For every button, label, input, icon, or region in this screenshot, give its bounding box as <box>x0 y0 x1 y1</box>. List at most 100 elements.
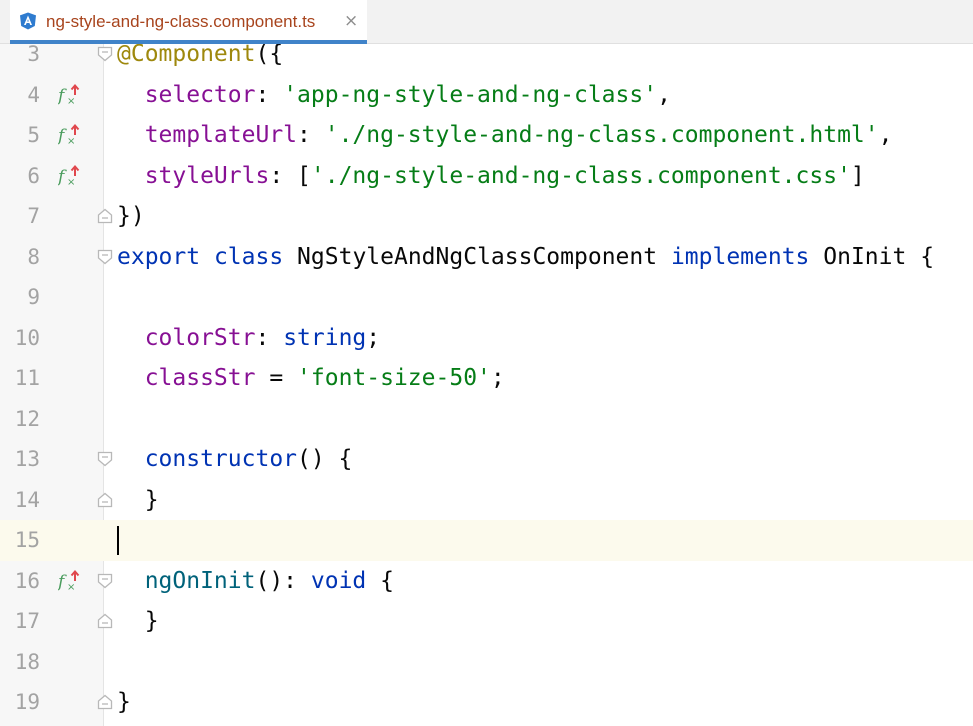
code-token: string <box>283 324 367 351</box>
code-token: : <box>255 81 284 108</box>
code-token: templateUrl <box>117 122 298 148</box>
svg-text:×: × <box>67 96 75 107</box>
code-text: @Component({ <box>117 44 283 75</box>
code-line[interactable]: 19} <box>0 682 973 723</box>
tab-label: ng-style-and-ng-class.component.ts <box>46 12 316 31</box>
code-text: } <box>117 682 131 723</box>
fold-collapse-icon[interactable] <box>96 248 114 266</box>
code-token: void <box>310 567 367 594</box>
code-token: 'app-ng-style-and-ng-class' <box>283 81 658 108</box>
code-token: export <box>117 243 201 270</box>
code-token: : <box>297 122 325 148</box>
code-token: ngOnInit <box>117 567 256 594</box>
line-number: 19 <box>14 690 40 714</box>
code-text: classStr = 'font-size-50'; <box>117 358 505 399</box>
code-text: colorStr: string; <box>117 318 380 359</box>
code-line[interactable]: 16 f × ngOnInit(): void { <box>0 561 973 602</box>
close-icon[interactable]: × <box>344 11 358 31</box>
code-text: templateUrl: './ng-style-and-ng-class.co… <box>117 115 893 156</box>
current-code-line[interactable]: 15 <box>0 520 973 561</box>
code-token: ] <box>850 162 865 189</box>
implements-method-icon[interactable]: f × <box>58 569 82 593</box>
code-text: constructor() { <box>117 439 353 480</box>
code-line[interactable]: 4 f × selector: 'app-ng-style-and-ng-class… <box>0 75 973 116</box>
svg-text:f: f <box>58 86 67 106</box>
code-line[interactable]: 3 @Component({ <box>0 44 973 75</box>
code-token: } <box>117 689 131 715</box>
code-token: ; <box>490 365 505 391</box>
line-number: 18 <box>14 649 40 674</box>
code-token: : [ <box>269 162 311 189</box>
code-text: } <box>117 480 159 521</box>
code-text: } <box>117 601 159 642</box>
line-number: 10 <box>14 325 40 350</box>
angular-icon <box>20 12 36 30</box>
code-token: } <box>117 608 159 634</box>
code-text: styleUrls: ['./ng-style-and-ng-class.com… <box>117 156 865 197</box>
code-text: export class NgStyleAndNgClassComponent … <box>117 237 934 278</box>
code-token: { <box>366 567 394 594</box>
code-token: } <box>117 486 159 513</box>
tab-ng-style-and-ng-class-component-ts[interactable]: ng-style-and-ng-class.component.ts × <box>10 0 367 44</box>
code-line[interactable]: 17 } <box>0 601 973 642</box>
code-token: ({ <box>255 44 284 67</box>
code-line[interactable]: 8 export class NgStyleAndNgClassComponent… <box>0 237 973 278</box>
code-token: classStr <box>117 365 256 391</box>
code-line[interactable]: 5 f × templateUrl: './ng-style-and-ng-clas… <box>0 115 973 156</box>
fold-end-icon[interactable] <box>96 612 114 630</box>
code-line[interactable]: 18 <box>0 642 973 683</box>
code-line[interactable]: 12 <box>0 399 973 440</box>
fold-end-icon[interactable] <box>96 693 114 711</box>
code-token: selector <box>117 81 256 108</box>
fold-collapse-icon[interactable] <box>96 572 114 590</box>
line-number: 9 <box>27 285 40 309</box>
code-line[interactable]: 6 f × styleUrls: ['./ng-style-and-ng-class… <box>0 156 973 197</box>
code-line[interactable]: 13 constructor() { <box>0 439 973 480</box>
implements-method-icon[interactable]: f × <box>58 83 82 107</box>
fold-end-icon[interactable] <box>96 491 114 509</box>
line-number: 16 <box>14 568 40 593</box>
line-number: 4 <box>27 82 40 107</box>
code-line[interactable]: 7}) <box>0 196 973 237</box>
fold-collapse-icon[interactable] <box>96 45 114 63</box>
svg-text:×: × <box>67 177 75 188</box>
line-number: 12 <box>14 406 40 431</box>
code-token: class <box>213 243 284 270</box>
line-number: 17 <box>14 609 40 633</box>
code-line[interactable]: 10 colorStr: string; <box>0 318 973 359</box>
code-line[interactable]: 9 <box>0 277 973 318</box>
text-caret <box>117 526 119 555</box>
code-text: ngOnInit(): void { <box>117 561 394 602</box>
svg-text:×: × <box>67 582 75 593</box>
code-editor[interactable]: 3 @Component({4 f × selector: 'app-ng-style… <box>0 44 973 726</box>
code-token: @Component <box>117 44 256 67</box>
implements-method-icon[interactable]: f × <box>58 123 82 147</box>
implements-method-icon[interactable]: f × <box>58 164 82 188</box>
svg-text:×: × <box>67 136 75 147</box>
line-number: 5 <box>27 123 40 147</box>
code-token: NgStyleAndNgClassComponent <box>283 243 671 270</box>
line-number: 14 <box>14 487 40 512</box>
code-token: , <box>878 122 893 148</box>
line-number: 3 <box>27 44 40 66</box>
code-token: () { <box>297 446 353 472</box>
svg-text:f: f <box>58 167 67 187</box>
svg-text:f: f <box>58 572 67 592</box>
code-text: selector: 'app-ng-style-and-ng-class', <box>117 75 671 116</box>
line-number: 11 <box>14 366 40 390</box>
code-line[interactable]: 11 classStr = 'font-size-50'; <box>0 358 973 399</box>
code-token: './ng-style-and-ng-class.component.css' <box>310 162 851 189</box>
fold-collapse-icon[interactable] <box>96 450 114 468</box>
code-text: }) <box>117 196 145 237</box>
fold-end-icon[interactable] <box>96 207 114 225</box>
code-token: }) <box>117 203 145 229</box>
code-token: ; <box>366 324 381 351</box>
code-line[interactable]: 14 } <box>0 480 973 521</box>
line-number: 8 <box>27 244 40 269</box>
editor-tab-bar: ng-style-and-ng-class.component.ts × <box>0 0 973 44</box>
line-number: 13 <box>14 447 40 471</box>
code-token: implements <box>670 243 810 270</box>
code-token: constructor <box>117 446 298 472</box>
line-number: 7 <box>27 204 40 228</box>
